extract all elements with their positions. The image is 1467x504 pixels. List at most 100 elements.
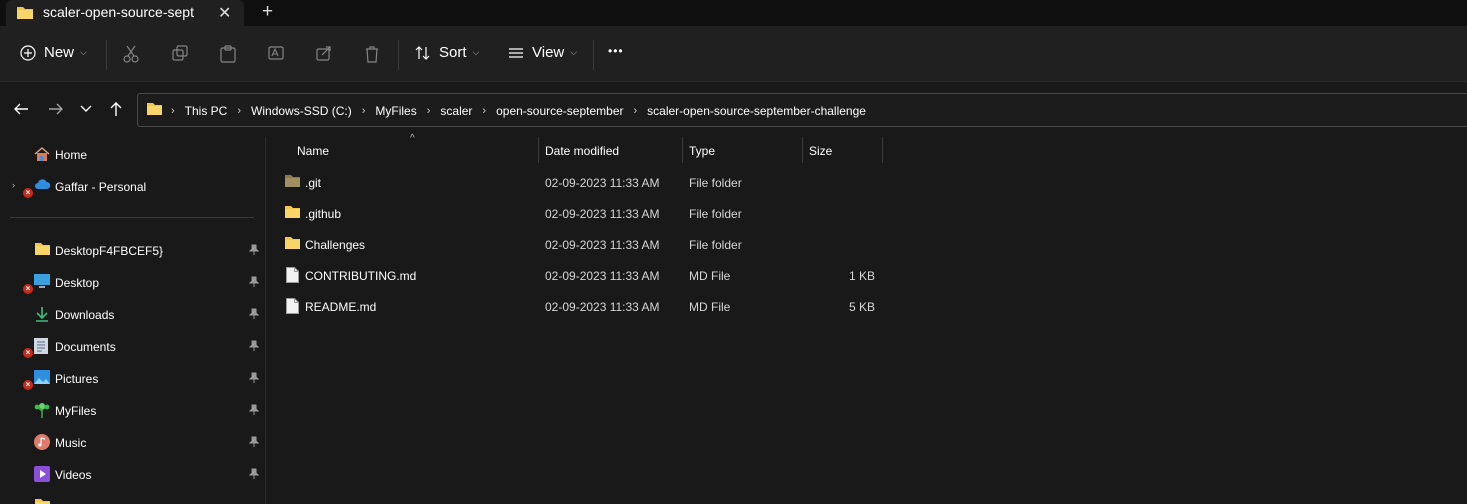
sort-ascending-icon: ^ [410, 133, 415, 144]
delete-icon[interactable] [364, 45, 380, 66]
file-name: .git [305, 176, 322, 190]
sidebar-item-label: Pictures [55, 372, 99, 386]
file-type: MD File [689, 300, 731, 314]
navigation-bar: › This PC › Windows-SSD (C:) › MyFiles ›… [0, 83, 1467, 137]
breadcrumb-drive[interactable]: Windows-SSD (C:) [251, 104, 352, 118]
view-list-icon [509, 47, 523, 58]
up-arrow-icon[interactable] [108, 101, 124, 120]
recent-locations-chevron-icon[interactable] [80, 103, 92, 117]
sidebar-item-label: Downloads [55, 308, 115, 322]
sidebar-item-desktop[interactable]: × Desktop [0, 268, 262, 296]
git-folder-icon [284, 174, 301, 191]
new-tab-button[interactable]: + [262, 1, 273, 23]
sidebar-item-downloads[interactable]: Downloads [0, 300, 262, 328]
pin-icon[interactable] [248, 244, 260, 258]
breadcrumb-separator: › [426, 104, 431, 117]
file-row[interactable]: .github 02-09-2023 11:33 AM File folder [267, 198, 887, 229]
address-bar[interactable]: › This PC › Windows-SSD (C:) › MyFiles ›… [137, 93, 1467, 127]
file-type: File folder [689, 238, 742, 252]
column-divider[interactable] [682, 137, 683, 163]
sidebar-item-desktop-folder[interactable]: DesktopF4FBCEF5} [0, 236, 262, 264]
sidebar-item-videos[interactable]: Videos [0, 460, 262, 488]
forward-arrow-icon[interactable] [48, 101, 64, 120]
file-name: .github [305, 207, 342, 221]
file-icon [286, 298, 299, 317]
file-row[interactable]: README.md 02-09-2023 11:33 AM MD File 5 … [267, 291, 887, 322]
sidebar-item-pictures[interactable]: × Pictures [0, 364, 262, 392]
folder-icon [16, 5, 34, 23]
download-icon [34, 306, 50, 322]
breadcrumb-this-pc[interactable]: This PC [185, 104, 228, 118]
rename-icon[interactable] [268, 45, 286, 64]
breadcrumb-myfiles[interactable]: MyFiles [375, 104, 416, 118]
breadcrumb-separator: › [633, 104, 638, 117]
pin-icon[interactable] [248, 436, 260, 450]
sidebar-item-music[interactable]: Music [0, 428, 262, 456]
paste-icon[interactable] [220, 45, 236, 66]
home-icon [34, 146, 50, 162]
file-date: 02-09-2023 11:33 AM [545, 207, 660, 221]
file-row[interactable]: CONTRIBUTING.md 02-09-2023 11:33 AM MD F… [267, 260, 887, 291]
file-date: 02-09-2023 11:33 AM [545, 300, 660, 314]
sidebar-item-label: Desktop [55, 276, 100, 290]
folder-icon [146, 102, 163, 119]
column-divider[interactable] [882, 137, 883, 163]
sidebar-item-folder-partial[interactable] [0, 492, 262, 504]
sidebar-item-label: Gaffar - Personal [55, 180, 147, 194]
pin-icon[interactable] [248, 372, 260, 386]
column-header-name[interactable]: Name [297, 144, 329, 158]
chevron-down-icon: ⌵ [472, 47, 480, 57]
breadcrumb-current-folder[interactable]: scaler-open-source-september-challenge [647, 104, 866, 118]
sidebar-divider [10, 217, 254, 218]
sidebar-item-myfiles[interactable]: MyFiles [0, 396, 262, 424]
sidebar-item-onedrive[interactable]: › × Gaffar - Personal [0, 172, 262, 200]
column-header-size[interactable]: Size [809, 144, 832, 158]
copy-icon[interactable] [172, 45, 188, 64]
desktop-icon [34, 274, 50, 290]
close-icon[interactable]: ✕ [218, 3, 231, 23]
view-button[interactable]: View ⌵ [508, 44, 577, 61]
column-headers: ^ Name Date modified Type Size [267, 133, 887, 164]
view-button-label: View [532, 44, 565, 61]
chevron-down-icon: ⌵ [570, 47, 578, 57]
sync-error-icon: × [23, 188, 33, 198]
back-arrow-icon[interactable] [13, 101, 29, 120]
more-options-icon[interactable]: ••• [608, 44, 624, 58]
folder-icon [284, 205, 301, 222]
tab-title: scaler-open-source-sept [43, 4, 194, 20]
sync-error-icon: × [23, 380, 33, 390]
pin-icon[interactable] [248, 340, 260, 354]
file-date: 02-09-2023 11:33 AM [545, 176, 660, 190]
file-row[interactable]: .git 02-09-2023 11:33 AM File folder [267, 167, 887, 198]
tab-active[interactable]: scaler-open-source-sept ✕ [6, 0, 244, 26]
pin-icon[interactable] [248, 468, 260, 482]
sidebar-item-label: Music [55, 436, 87, 450]
sidebar-item-documents[interactable]: × Documents [0, 332, 262, 360]
breadcrumb-separator: › [482, 104, 487, 117]
breadcrumb-open-source-september[interactable]: open-source-september [496, 104, 623, 118]
column-header-type[interactable]: Type [689, 144, 715, 158]
cut-icon[interactable] [123, 45, 139, 66]
breadcrumb-separator: › [361, 104, 366, 117]
chevron-right-icon[interactable]: › [12, 180, 15, 190]
column-divider[interactable] [538, 137, 539, 163]
share-icon[interactable] [316, 45, 332, 64]
breadcrumb-scaler[interactable]: scaler [440, 104, 472, 118]
plus-circle-icon [20, 44, 36, 61]
sync-error-icon: × [23, 348, 33, 358]
pin-icon[interactable] [248, 276, 260, 290]
file-date: 02-09-2023 11:33 AM [545, 238, 660, 252]
sidebar-item-label: Videos [55, 468, 92, 482]
command-bar: New ⌵ Sort ⌵ View ⌵ ••• [0, 26, 1467, 82]
sort-button[interactable]: Sort ⌵ [415, 44, 479, 61]
chevron-down-icon: ⌵ [80, 47, 87, 57]
sidebar-item-label: DesktopF4FBCEF5} [55, 244, 164, 258]
new-button[interactable]: New ⌵ [20, 44, 87, 61]
column-divider[interactable] [802, 137, 803, 163]
file-row[interactable]: Challenges 02-09-2023 11:33 AM File fold… [267, 229, 887, 260]
file-name: CONTRIBUTING.md [305, 269, 417, 283]
sidebar-item-home[interactable]: Home [0, 140, 262, 168]
pin-icon[interactable] [248, 308, 260, 322]
column-header-date[interactable]: Date modified [545, 144, 619, 158]
pin-icon[interactable] [248, 404, 260, 418]
